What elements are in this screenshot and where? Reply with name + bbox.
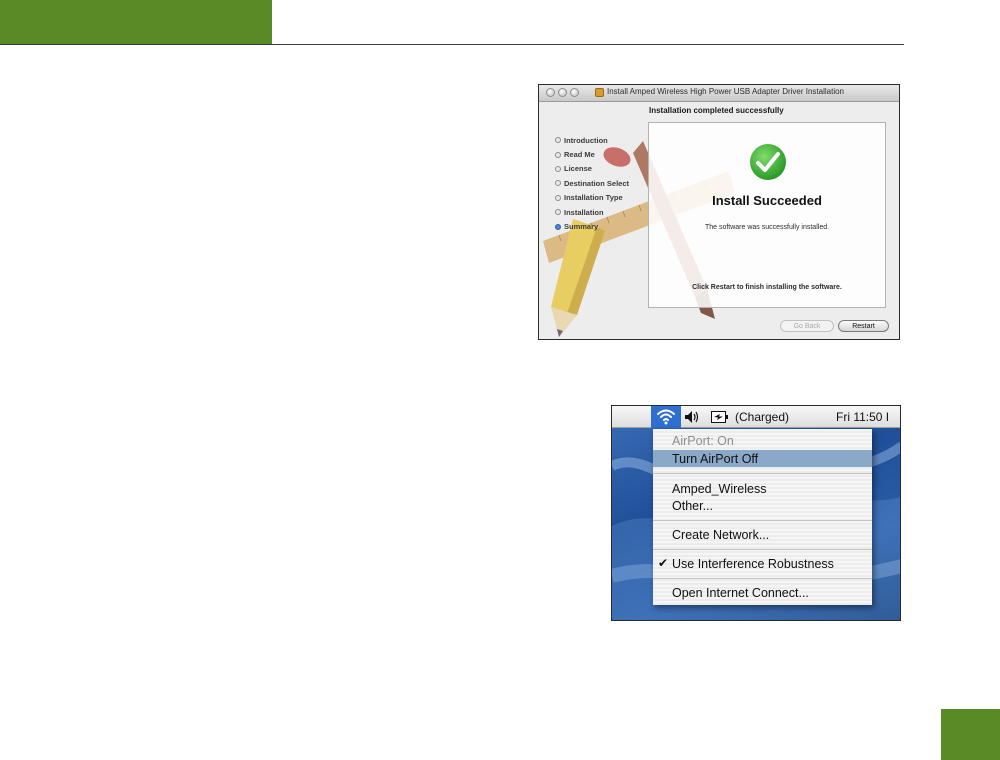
step-item-introduction: Introduction (555, 133, 629, 147)
menu-item-create-network[interactable]: Create Network... (653, 526, 872, 543)
battery-status[interactable]: (Charged) (735, 410, 789, 424)
step-bullet-icon (555, 180, 561, 187)
restart-button[interactable]: Restart (838, 320, 889, 332)
header-rule (0, 44, 904, 45)
summary-content-box: Install Succeeded The software was succe… (648, 122, 886, 308)
airport-dropdown-menu: AirPort: On Turn AirPort Off Amped_Wirel… (653, 429, 872, 605)
menubar-clock[interactable]: Fri 11:50 I (836, 410, 889, 424)
checkmark-icon: ✔ (658, 556, 669, 570)
installer-step-list: Introduction Read Me License Destination… (555, 133, 629, 234)
step-bullet-icon (555, 194, 561, 201)
menu-item-network-amped-wireless[interactable]: Amped_Wireless (653, 480, 872, 497)
menu-item-airport-status: AirPort: On (672, 433, 734, 448)
success-title: Install Succeeded (712, 193, 822, 208)
step-bullet-active-icon (555, 223, 561, 230)
menu-separator (653, 520, 872, 521)
pane-heading: Installation completed successfully (649, 106, 784, 115)
close-window-button[interactable] (546, 88, 555, 97)
volume-icon[interactable] (684, 410, 700, 424)
menu-separator (653, 473, 872, 474)
installer-titlebar: Install Amped Wireless High Power USB Ad… (539, 85, 899, 102)
wifi-icon[interactable] (656, 408, 676, 425)
window-title: Install Amped Wireless High Power USB Ad… (607, 87, 844, 96)
package-icon (595, 88, 604, 97)
step-item-license: License (555, 162, 629, 176)
step-bullet-icon (555, 165, 561, 172)
success-message: The software was successfully installed. (704, 224, 830, 231)
step-item-installation: Installation (555, 205, 629, 219)
battery-icon[interactable] (711, 411, 728, 423)
restart-note: Click Restart to finish installing the s… (692, 284, 842, 291)
go-back-button[interactable]: Go Back (780, 320, 834, 332)
menu-separator (653, 549, 872, 550)
page-corner-tab (941, 709, 1000, 760)
step-item-installation-type: Installation Type (555, 191, 629, 205)
menu-separator (653, 578, 872, 579)
installer-screenshot: Install Amped Wireless High Power USB Ad… (538, 84, 900, 340)
menu-item-open-internet-connect[interactable]: Open Internet Connect... (653, 584, 872, 601)
menubar: (Charged) Fri 11:50 I (612, 406, 900, 428)
success-check-icon (750, 144, 786, 180)
step-item-read-me: Read Me (555, 147, 629, 161)
step-bullet-icon (555, 137, 561, 144)
menu-item-other-network[interactable]: Other... (653, 497, 872, 514)
zoom-window-button[interactable] (570, 88, 579, 97)
step-item-summary: Summary (555, 219, 629, 233)
menu-item-interference-robustness[interactable]: ✔ Use Interference Robustness (653, 555, 872, 572)
step-bullet-icon (555, 209, 561, 216)
menu-item-turn-airport-off[interactable]: Turn AirPort Off (653, 450, 872, 467)
step-item-destination-select: Destination Select (555, 176, 629, 190)
step-bullet-icon (555, 151, 561, 158)
minimize-window-button[interactable] (558, 88, 567, 97)
airport-menu-screenshot: (Charged) Fri 11:50 I AirPort: On Turn A… (611, 405, 901, 621)
header-accent-bar (0, 0, 272, 44)
